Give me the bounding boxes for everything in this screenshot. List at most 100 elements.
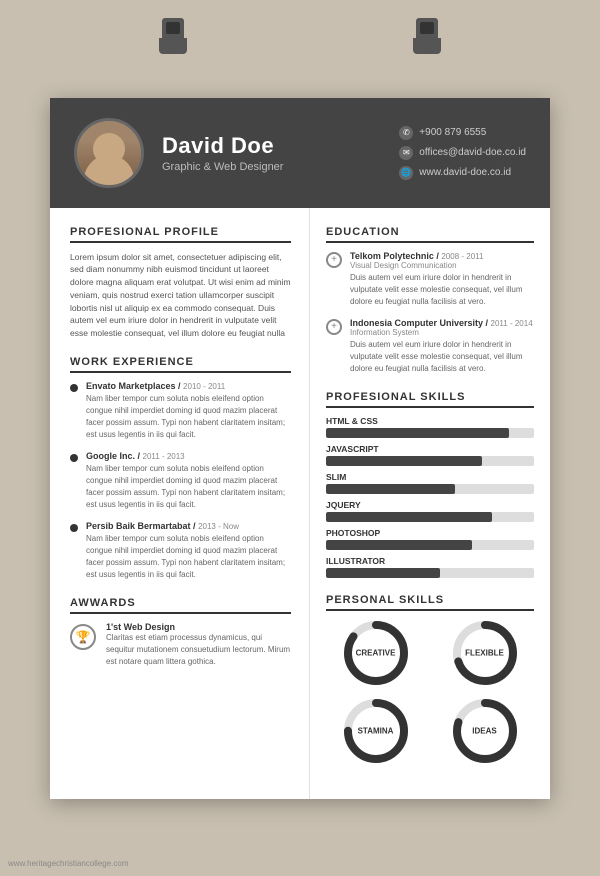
work-desc: Nam liber tempor cum soluta nobis eleife… — [86, 463, 291, 511]
email-icon: ✉ — [399, 146, 413, 160]
work-section-title: WORK EXPERIENCE — [70, 356, 291, 373]
edu-item: + Indonesia Computer University / 2011 -… — [326, 318, 534, 375]
contact-email-row: ✉ offices@david-doe.co.id — [399, 146, 526, 160]
person-title: Graphic & Web Designer — [162, 161, 381, 173]
personal-skills-section: PERSONAL SKILLS CREATIVE FLEXIBLE — [326, 594, 534, 765]
work-company: Envato Marketplaces / 2010 - 2011 — [86, 381, 291, 391]
profile-section-title: PROFESIONAL PROFILE — [70, 226, 291, 243]
avatar — [74, 118, 144, 188]
skill-bar-background — [326, 568, 534, 578]
education-section: EDUCATION + Telkom Polytechnic / 2008 - … — [326, 226, 534, 375]
work-company: Persib Baik Bermartabat / 2013 - Now — [86, 521, 291, 531]
edu-desc: Duis autem vel eum iriure dolor in hendr… — [350, 339, 534, 375]
work-bullet — [70, 384, 78, 392]
contact-phone: +900 879 6555 — [419, 127, 486, 138]
prof-skills-title: PROFESIONAL SKILLS — [326, 391, 534, 408]
right-column: EDUCATION + Telkom Polytechnic / 2008 - … — [310, 208, 550, 799]
skill-bar-background — [326, 456, 534, 466]
award-icon: 🏆 — [70, 624, 96, 650]
binder-clip-right — [416, 18, 438, 54]
edu-item: + Telkom Polytechnic / 2008 - 2011 Visua… — [326, 251, 534, 308]
work-period: 2010 - 2011 — [183, 382, 225, 391]
skill-bar-fill — [326, 512, 492, 522]
personal-skills-title: PERSONAL SKILLS — [326, 594, 534, 611]
phone-icon: ✆ — [399, 126, 413, 140]
edu-period: 2011 - 2014 — [491, 319, 533, 328]
contact-website-row: 🌐 www.david-doe.co.id — [399, 166, 511, 180]
binder-clip-left — [162, 18, 184, 54]
header-name-block: David Doe Graphic & Web Designer — [162, 133, 381, 173]
skill-circle-label: FLEXIBLE — [465, 648, 504, 657]
edu-degree: Information System — [350, 328, 534, 337]
skill-circle: FLEXIBLE — [451, 619, 519, 687]
skill-bar-background — [326, 512, 534, 522]
work-content: Envato Marketplaces / 2010 - 2011 Nam li… — [86, 381, 291, 441]
skill-label: JAVASCRIPT — [326, 444, 534, 454]
work-company: Google Inc. / 2011 - 2013 — [86, 451, 291, 461]
skill-bar-fill — [326, 568, 440, 578]
edu-content: Indonesia Computer University / 2011 - 2… — [350, 318, 534, 375]
skill-circle-label: STAMINA — [358, 726, 394, 735]
contact-phone-row: ✆ +900 879 6555 — [399, 126, 486, 140]
awards-section: AWWARDS 🏆 1'st Web Design Claritas est e… — [70, 597, 291, 668]
edu-period: 2008 - 2011 — [441, 252, 483, 261]
award-title: 1'st Web Design — [106, 622, 291, 632]
edu-plus-icon: + — [326, 252, 342, 268]
professional-skills-section: PROFESIONAL SKILLS HTML & CSS JAVASCRIPT… — [326, 391, 534, 578]
skill-bar-background — [326, 540, 534, 550]
skill-circle: IDEAS — [451, 697, 519, 765]
skill-bars: HTML & CSS JAVASCRIPT SLIM JQUERY PHOTOS… — [326, 416, 534, 578]
skill-bar-item: HTML & CSS — [326, 416, 534, 438]
work-content: Persib Baik Bermartabat / 2013 - Now Nam… — [86, 521, 291, 581]
skill-circle: STAMINA — [342, 697, 410, 765]
watermark: www.heritagechristiancollege.com — [8, 859, 129, 868]
person-name: David Doe — [162, 133, 381, 159]
education-section-title: EDUCATION — [326, 226, 534, 243]
resume-header: David Doe Graphic & Web Designer ✆ +900 … — [50, 98, 550, 208]
skill-bar-item: JAVASCRIPT — [326, 444, 534, 466]
work-bullet — [70, 454, 78, 462]
work-item: Envato Marketplaces / 2010 - 2011 Nam li… — [70, 381, 291, 441]
edu-school: Telkom Polytechnic / 2008 - 2011 — [350, 251, 534, 261]
skill-bar-item: ILLUSTRATOR — [326, 556, 534, 578]
skill-bar-item: SLIM — [326, 472, 534, 494]
work-item: Google Inc. / 2011 - 2013 Nam liber temp… — [70, 451, 291, 511]
website-icon: 🌐 — [399, 166, 413, 180]
skill-bar-item: PHOTOSHOP — [326, 528, 534, 550]
work-bullet — [70, 524, 78, 532]
skill-bar-fill — [326, 428, 509, 438]
resume-document: David Doe Graphic & Web Designer ✆ +900 … — [50, 98, 550, 799]
skill-label: SLIM — [326, 472, 534, 482]
awards-items: 🏆 1'st Web Design Claritas est etiam pro… — [70, 622, 291, 668]
award-item: 🏆 1'st Web Design Claritas est etiam pro… — [70, 622, 291, 668]
skill-circle: CREATIVE — [342, 619, 410, 687]
skill-bar-background — [326, 428, 534, 438]
skill-label: ILLUSTRATOR — [326, 556, 534, 566]
skill-label: PHOTOSHOP — [326, 528, 534, 538]
contact-website: www.david-doe.co.id — [419, 167, 511, 178]
header-contact: ✆ +900 879 6555 ✉ offices@david-doe.co.i… — [399, 126, 526, 180]
edu-school: Indonesia Computer University / 2011 - 2… — [350, 318, 534, 328]
work-period: 2011 - 2013 — [143, 452, 185, 461]
edu-desc: Duis autem vel eum iriure dolor in hendr… — [350, 272, 534, 308]
skill-label: JQUERY — [326, 500, 534, 510]
work-period: 2013 - Now — [198, 522, 239, 531]
personal-skill-item: IDEAS — [435, 697, 534, 765]
skill-circle-label: CREATIVE — [356, 648, 396, 657]
profile-text: Lorem ipsum dolor sit amet, consectetuer… — [70, 251, 291, 340]
personal-skill-item: STAMINA — [326, 697, 425, 765]
work-content: Google Inc. / 2011 - 2013 Nam liber temp… — [86, 451, 291, 511]
personal-skills-grid: CREATIVE FLEXIBLE STAMINA — [326, 619, 534, 765]
work-items: Envato Marketplaces / 2010 - 2011 Nam li… — [70, 381, 291, 581]
work-desc: Nam liber tempor cum soluta nobis eleife… — [86, 533, 291, 581]
skill-label: HTML & CSS — [326, 416, 534, 426]
award-content: 1'st Web Design Claritas est etiam proce… — [106, 622, 291, 668]
left-column: PROFESIONAL PROFILE Lorem ipsum dolor si… — [50, 208, 310, 799]
awards-section-title: AWWARDS — [70, 597, 291, 614]
contact-email: offices@david-doe.co.id — [419, 147, 526, 158]
personal-skill-item: CREATIVE — [326, 619, 425, 687]
skill-bar-fill — [326, 540, 472, 550]
edu-plus-icon: + — [326, 319, 342, 335]
skill-bar-fill — [326, 456, 482, 466]
edu-items: + Telkom Polytechnic / 2008 - 2011 Visua… — [326, 251, 534, 375]
